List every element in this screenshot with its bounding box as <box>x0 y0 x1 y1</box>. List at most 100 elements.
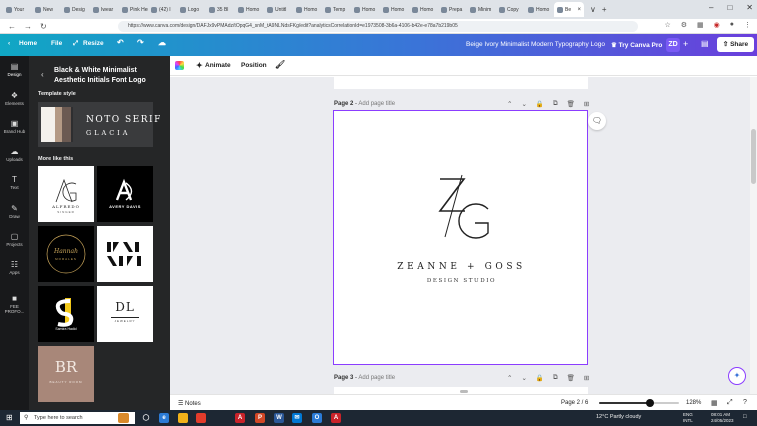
delete-page-icon[interactable]: 🗑 <box>567 100 575 108</box>
extension-icon[interactable]: ⚙ <box>681 21 687 29</box>
chevron-up-icon[interactable]: ⌃ <box>507 100 512 108</box>
try-canva-pro-button[interactable]: ♛ Try Canva Pro <box>611 41 662 49</box>
extensions-puzzle-icon[interactable]: ▦ <box>697 21 704 29</box>
task-view-icon[interactable]: ◯ <box>141 413 151 423</box>
browser-tab[interactable]: Homo <box>380 2 409 17</box>
rail-item-design[interactable]: ▤ Design <box>0 62 29 77</box>
delete-page-icon[interactable]: 🗑 <box>567 374 575 382</box>
system-clock[interactable]: 08:01 AM 24/05/2023 <box>711 412 734 423</box>
browser-tab[interactable]: Desig <box>61 2 90 17</box>
new-tab-icon[interactable]: + <box>602 5 607 14</box>
scrollbar-thumb[interactable] <box>460 390 468 393</box>
template-thumbnail[interactable]: Hannah MORALES <box>38 226 94 282</box>
avatar[interactable]: ZD <box>666 38 680 52</box>
browser-tab[interactable]: Iwear <box>90 2 119 17</box>
brand-name-text[interactable]: ZEANNE + GOSS <box>334 262 589 272</box>
notification-icon[interactable]: □ <box>743 414 747 420</box>
page-counter[interactable]: Page 2 / 6 <box>561 400 588 406</box>
template-style-card[interactable]: NOTO SERIF GLACIA <box>38 102 160 147</box>
minimize-icon[interactable]: – <box>709 3 713 12</box>
browser-tab[interactable]: Untitl <box>264 2 293 17</box>
chevron-left-icon[interactable]: ‹ <box>8 40 10 47</box>
tab-list-icon[interactable]: ∨ <box>590 5 596 14</box>
add-page-icon[interactable]: ⊞ <box>584 100 589 108</box>
reload-icon[interactable]: ↻ <box>40 22 47 31</box>
zoom-slider[interactable] <box>599 399 679 407</box>
template-thumbnail[interactable]: DL JEWELRY <box>97 286 153 342</box>
taskbar-app-icon[interactable] <box>118 413 129 423</box>
browser-tab[interactable]: Be × <box>554 2 584 17</box>
browser-tab[interactable]: (42) I <box>148 2 177 17</box>
duplicate-page-icon[interactable]: ⧉ <box>553 374 558 382</box>
rail-item-uploads[interactable]: ☁ Uploads <box>0 147 29 162</box>
add-page-icon[interactable]: ⊞ <box>584 374 589 382</box>
browser-tab[interactable]: Homo <box>235 2 264 17</box>
mail-icon[interactable]: ✉ <box>292 413 302 423</box>
file-menu-button[interactable]: File <box>51 40 62 47</box>
position-button[interactable]: Position <box>241 62 267 69</box>
template-thumbnail[interactable] <box>97 226 153 282</box>
browser-menu-icon[interactable]: ⋮ <box>744 21 751 29</box>
add-comment-icon[interactable]: 🗨 <box>588 112 606 130</box>
resize-button[interactable]: Resize <box>83 40 104 47</box>
rail-item-app[interactable]: ■ FEE PROFO... <box>0 294 29 314</box>
close-tab-icon[interactable]: × <box>577 7 581 13</box>
word-icon[interactable]: W <box>274 413 284 423</box>
rail-item-text[interactable]: T Text <box>0 175 29 190</box>
browser-tab[interactable]: Prepa <box>438 2 467 17</box>
acrobat-icon[interactable]: A <box>235 413 245 423</box>
back-arrow-icon[interactable]: ← <box>8 22 16 31</box>
vertical-scrollbar[interactable] <box>750 77 757 394</box>
animate-button[interactable]: Animate <box>205 62 231 69</box>
star-icon[interactable]: ☆ <box>664 21 670 29</box>
forward-arrow-icon[interactable]: → <box>24 22 32 31</box>
browser-tab[interactable]: 35 Bl <box>206 2 235 17</box>
weather-widget[interactable]: 12°C Partly cloudy <box>596 414 641 420</box>
chevron-up-icon[interactable]: ⌃ <box>507 374 512 382</box>
outlook-icon[interactable]: O <box>312 413 322 423</box>
template-thumbnail[interactable]: ALFREDO SINGER <box>38 166 94 222</box>
help-icon[interactable]: ? <box>743 399 747 406</box>
duplicate-page-icon[interactable]: ⧉ <box>553 100 558 108</box>
browser-tab[interactable]: New <box>32 2 61 17</box>
file-explorer-icon[interactable] <box>178 413 188 423</box>
zoom-level[interactable]: 128% <box>686 400 701 406</box>
browser-tab[interactable]: Homo <box>409 2 438 17</box>
windows-start-icon[interactable]: ⊞ <box>6 413 13 422</box>
page-3-title-input[interactable]: Add page title <box>358 375 395 381</box>
design-page-2[interactable]: ZEANNE + GOSS DESIGN STUDIO <box>333 110 588 365</box>
format-painter-icon[interactable]: 🖌 <box>275 60 285 69</box>
browser-tab[interactable]: Homo <box>525 2 554 17</box>
rail-item-brand-hub[interactable]: ▣ Brand Hub <box>0 119 29 134</box>
share-button[interactable]: ⇧ Share <box>717 37 754 52</box>
page-2-title-input[interactable]: Add page title <box>358 101 395 107</box>
powerpoint-icon[interactable]: P <box>255 413 265 423</box>
chevron-down-icon[interactable]: ⌄ <box>521 100 526 108</box>
cloud-save-icon[interactable]: ☁ <box>158 38 166 47</box>
template-thumbnail[interactable]: Samira Hadid <box>38 286 94 342</box>
brand-subtitle-text[interactable]: DESIGN STUDIO <box>334 278 589 284</box>
close-window-icon[interactable]: ✕ <box>746 3 753 12</box>
template-thumbnail[interactable]: AVERY DAVIS <box>97 166 153 222</box>
fullscreen-icon[interactable]: ⤢ <box>727 399 733 407</box>
browser-tab[interactable]: Copy <box>496 2 525 17</box>
chrome-icon[interactable] <box>196 413 206 423</box>
lock-icon[interactable]: 🔒 <box>536 100 544 108</box>
maximize-icon[interactable]: □ <box>727 3 732 12</box>
rail-item-elements[interactable]: ❖ Elements <box>0 91 29 106</box>
redo-icon[interactable]: ↷ <box>137 38 144 47</box>
zoom-slider-handle[interactable] <box>646 399 655 407</box>
color-picker-icon[interactable] <box>175 61 184 70</box>
chevron-down-icon[interactable]: ⌄ <box>521 374 526 382</box>
insights-icon[interactable]: ▤ <box>701 39 709 48</box>
rail-item-projects[interactable]: ▢ Projects <box>0 232 29 247</box>
home-button[interactable]: Home <box>19 40 37 47</box>
add-member-icon[interactable]: + <box>683 39 688 49</box>
browser-tab[interactable]: Pink Hera <box>119 2 148 17</box>
panel-back-icon[interactable]: ‹ <box>41 70 44 79</box>
rail-item-apps[interactable]: ☷ Apps <box>0 260 29 275</box>
rail-item-draw[interactable]: ✎ Draw <box>0 204 29 219</box>
browser-tab[interactable]: Temp <box>322 2 351 17</box>
undo-icon[interactable]: ↶ <box>117 38 124 47</box>
edge-icon[interactable]: e <box>159 413 169 423</box>
